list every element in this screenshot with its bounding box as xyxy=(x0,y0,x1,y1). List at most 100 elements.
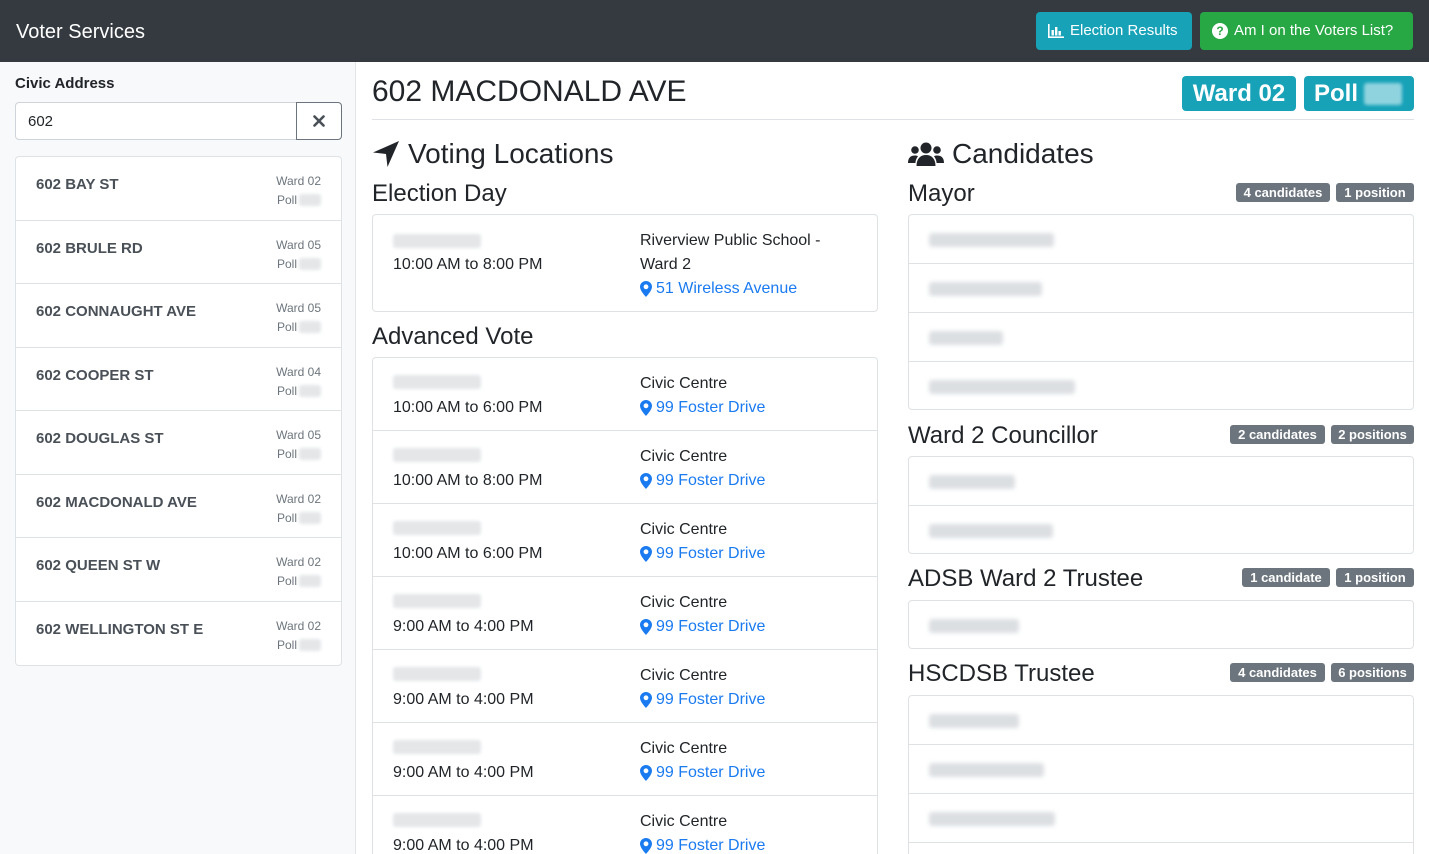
redacted-candidate-name xyxy=(929,763,1044,777)
location-arrow-icon xyxy=(373,141,399,167)
redacted-candidate-name xyxy=(929,619,1019,633)
address-poll: Poll xyxy=(277,446,321,462)
map-marker-icon xyxy=(640,765,652,781)
voting-locations-heading: Voting Locations xyxy=(372,138,614,170)
voters-list-button[interactable]: ? Am I on the Voters List? xyxy=(1200,12,1413,50)
users-icon xyxy=(908,142,944,166)
voting-address-link[interactable]: 51 Wireless Avenue xyxy=(640,279,797,299)
address-ward: Ward 02 xyxy=(276,491,321,506)
redacted-date xyxy=(393,667,481,681)
location-row: 10:00 AM to 6:00 PM Civic Centre 99 Fost… xyxy=(373,504,877,577)
poll-label: Poll xyxy=(276,637,297,652)
address-item[interactable]: 602 BRULE RD Ward 05 Poll xyxy=(16,221,341,284)
redacted-candidate-name xyxy=(929,475,1015,489)
voting-locations-title: Voting Locations xyxy=(408,138,614,169)
voting-place: Civic Centre xyxy=(640,521,728,538)
address-item[interactable]: 602 BAY ST Ward 02 Poll xyxy=(16,157,341,221)
ward-badge: Ward 02 xyxy=(1182,76,1296,111)
redacted-date xyxy=(393,594,481,608)
redacted-poll-number xyxy=(1364,82,1403,105)
voting-place: Riverview Public School - Ward 2 xyxy=(640,232,821,273)
redacted-poll-number xyxy=(299,384,321,397)
map-marker-icon xyxy=(640,546,652,562)
voting-address-link[interactable]: 99 Foster Drive xyxy=(640,544,765,564)
redacted-candidate-name xyxy=(929,282,1042,296)
map-marker-icon xyxy=(640,619,652,635)
address-name: 602 WELLINGTON ST E xyxy=(36,620,204,638)
redacted-poll-number xyxy=(299,575,321,587)
voting-address-link[interactable]: 99 Foster Drive xyxy=(640,398,765,418)
voting-address-link[interactable]: 99 Foster Drive xyxy=(640,763,765,783)
candidate-row xyxy=(909,794,1413,843)
map-marker-icon xyxy=(640,473,652,489)
adsb-candidates-card xyxy=(908,600,1414,649)
candidate-count-badge: 4 candidates xyxy=(1236,183,1330,202)
voting-address-text: 99 Foster Drive xyxy=(656,691,766,708)
address-name: 602 BRULE RD xyxy=(36,239,143,257)
address-ward: Ward 02 xyxy=(276,555,321,569)
redacted-poll-number xyxy=(299,448,321,460)
election-results-button[interactable]: Election Results xyxy=(1036,12,1192,50)
voting-hours: 9:00 AM to 4:00 PM xyxy=(393,764,534,781)
candidate-row xyxy=(909,215,1413,264)
voting-place: Civic Centre xyxy=(640,667,728,684)
voters-list-label: Am I on the Voters List? xyxy=(1234,22,1394,39)
candidate-row xyxy=(909,362,1413,409)
voting-place: Civic Centre xyxy=(640,740,728,757)
close-icon xyxy=(313,115,325,127)
voting-address-link[interactable]: 99 Foster Drive xyxy=(640,836,765,854)
voting-place: Civic Centre xyxy=(640,813,728,830)
address-ward: Ward 04 xyxy=(276,364,321,379)
address-item[interactable]: 602 CONNAUGHT AVE Ward 05 Poll xyxy=(16,284,341,348)
poll-badge: Poll xyxy=(1304,76,1414,111)
redacted-candidate-name xyxy=(929,233,1054,247)
redacted-poll-number xyxy=(299,638,321,651)
location-row: 9:00 AM to 4:00 PM Civic Centre 99 Foste… xyxy=(373,796,877,854)
advanced-vote-heading: Advanced Vote xyxy=(372,323,534,350)
address-poll: Poll xyxy=(277,383,321,399)
position-count-badge: 1 position xyxy=(1336,183,1414,202)
address-item[interactable]: 602 COOPER ST Ward 04 Poll xyxy=(16,348,341,411)
election-day-card: 10:00 AM to 8:00 PM Riverview Public Sch… xyxy=(372,214,878,312)
candidate-row xyxy=(909,506,1413,553)
candidate-row xyxy=(909,696,1413,745)
position-count-badge: 1 position xyxy=(1336,568,1414,587)
voting-hours: 10:00 AM to 8:00 PM xyxy=(393,472,543,489)
voting-address-link[interactable]: 99 Foster Drive xyxy=(640,617,765,637)
svg-text:?: ? xyxy=(1216,24,1223,38)
address-item[interactable]: 602 QUEEN ST W Ward 02 Poll xyxy=(16,538,341,602)
address-name: 602 QUEEN ST W xyxy=(36,557,161,574)
app-title[interactable]: Voter Services xyxy=(16,20,145,44)
location-row: 10:00 AM to 8:00 PM Civic Centre 99 Fost… xyxy=(373,431,877,504)
candidate-row xyxy=(909,457,1413,506)
voting-hours: 9:00 AM to 4:00 PM xyxy=(393,618,534,635)
poll-label: Poll xyxy=(276,256,297,271)
position-count-badge: 6 positions xyxy=(1331,663,1414,682)
top-navbar: Voter Services Election Results ? Am I o… xyxy=(0,0,1429,62)
voting-address-link[interactable]: 99 Foster Drive xyxy=(640,471,765,491)
address-item[interactable]: 602 DOUGLAS ST Ward 05 Poll xyxy=(16,411,341,475)
location-row: 10:00 AM to 6:00 PM Civic Centre 99 Fost… xyxy=(373,358,877,431)
question-circle-icon: ? xyxy=(1212,23,1228,39)
clear-search-button[interactable] xyxy=(296,102,342,140)
mayor-candidates-card xyxy=(908,214,1414,410)
address-item[interactable]: 602 MACDONALD AVE Ward 02 Poll xyxy=(16,475,341,538)
map-marker-icon xyxy=(640,692,652,708)
address-ward: Ward 02 xyxy=(276,174,321,188)
poll-label: Poll xyxy=(276,193,297,207)
voting-address-link[interactable]: 99 Foster Drive xyxy=(640,690,765,710)
voting-place: Civic Centre xyxy=(640,375,728,392)
election-results-label: Election Results xyxy=(1070,22,1178,39)
address-name: 602 COOPER ST xyxy=(36,366,154,384)
civic-address-input[interactable] xyxy=(15,102,297,140)
race-title: Ward 2 Councillor xyxy=(908,422,1098,449)
voting-hours: 10:00 AM to 8:00 PM xyxy=(393,256,543,273)
election-day-heading: Election Day xyxy=(372,180,507,207)
address-item[interactable]: 602 WELLINGTON ST E Ward 02 Poll xyxy=(16,602,341,666)
redacted-candidate-name xyxy=(929,714,1019,728)
poll-label: Poll xyxy=(276,574,297,588)
poll-badge-label: Poll xyxy=(1314,80,1359,107)
candidate-count-badge: 2 candidates xyxy=(1230,425,1325,444)
voting-hours: 10:00 AM to 6:00 PM xyxy=(393,545,543,562)
address-name: 602 CONNAUGHT AVE xyxy=(36,303,197,320)
